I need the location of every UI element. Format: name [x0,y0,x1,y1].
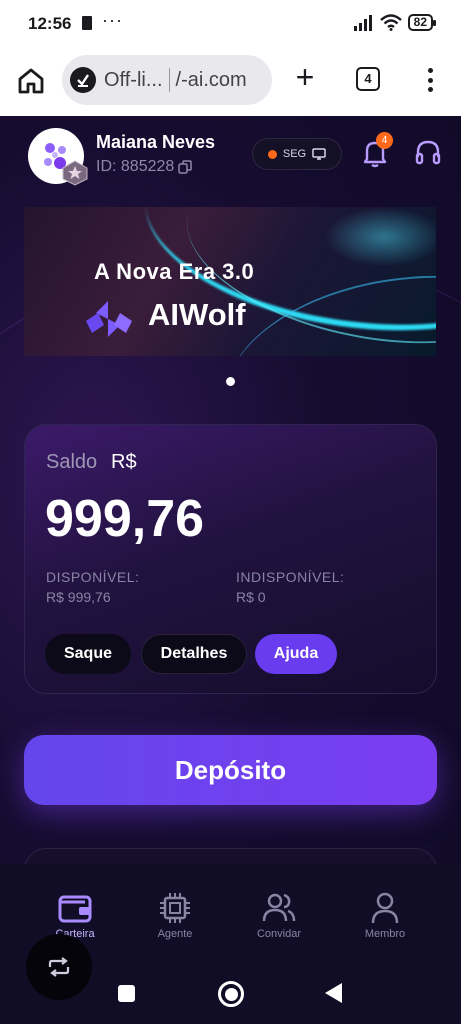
battery-icon: 82 [407,14,437,31]
back-icon[interactable] [325,983,342,1003]
balance-currency: R$ [111,451,137,473]
recents-icon[interactable] [118,985,135,1002]
home-icon[interactable] [16,66,46,96]
status-icons: 82 [353,14,437,31]
status-more: ··· [102,10,123,30]
balance-label: Saldo [46,451,98,473]
tabs-icon[interactable]: 4 [356,67,380,91]
add-tab-icon[interactable]: + [290,61,320,93]
unavailable-label: INDISPONÍVEL: [236,569,345,585]
user-id: ID: 885228 [96,158,193,176]
balance-card: Saldo R$ 999,76 DISPONÍVEL: R$ 999,76 IN… [24,424,437,694]
help-button[interactable]: Ajuda [255,634,337,674]
nav-item-invite[interactable]: Convidar [239,890,319,940]
sim-icon [82,16,92,30]
deposit-button[interactable]: Depósito [24,735,437,805]
banner-brand: AIWolf [148,297,246,332]
carousel-dot[interactable] [226,377,235,386]
nav-label: Agente [157,928,193,940]
rank-star-icon [62,160,88,186]
promo-banner[interactable]: A Nova Era 3.0 AIWolf [24,207,436,356]
nav-item-member[interactable]: Membro [345,890,425,940]
balance-amount: 999,76 [45,490,205,548]
monitor-icon [312,148,326,160]
home-circle-icon[interactable] [218,981,244,1007]
copy-icon[interactable] [178,160,193,174]
wifi-icon [379,14,402,31]
nav-item-wallet[interactable]: Carteira [35,890,115,940]
app-content: Maiana Neves ID: 885228 SEG 4 A Nova Era… [0,116,461,1024]
aiwolf-logo-icon [86,301,132,337]
page-title: Off-li... [104,68,163,91]
status-bar: 12:56 ··· 82 [0,0,461,50]
user-id-text: ID: 885228 [96,158,175,175]
notification-badge: 4 [376,132,393,149]
user-name: Maiana Neves [96,132,216,152]
url-domain: /-ai.com [175,68,247,91]
unavailable-value: R$ 0 [236,589,266,605]
url-separator [168,68,170,92]
browser-toolbar: Off-li... /-ai.com + 4 [0,50,461,116]
user-header: Maiana Neves ID: 885228 SEG 4 [0,126,461,186]
chip-icon [160,893,190,923]
banner-title: A Nova Era 3.0 [94,259,255,284]
user-icon [371,892,399,924]
system-nav-bar [0,964,461,1024]
status-dot [267,149,277,159]
available-value: R$ 999,76 [46,589,111,605]
signal-icon [353,14,372,31]
wallet-icon [58,895,92,923]
site-icon [70,67,96,93]
nav-item-agent[interactable]: Agente [135,890,215,940]
available-label: DISPONÍVEL: [46,569,140,585]
headset-icon[interactable] [414,138,442,168]
security-status-pill[interactable]: SEG [252,138,342,170]
menu-icon[interactable] [418,65,442,95]
withdraw-button[interactable]: Saque [45,634,131,674]
nav-label: Convidar [256,928,302,940]
nav-label: Membro [364,928,406,940]
seg-label: SEG [282,148,307,160]
address-bar[interactable]: Off-li... /-ai.com [62,55,272,105]
status-time: 12:56 [28,14,72,33]
details-button[interactable]: Detalhes [141,634,247,674]
users-icon [262,893,296,922]
